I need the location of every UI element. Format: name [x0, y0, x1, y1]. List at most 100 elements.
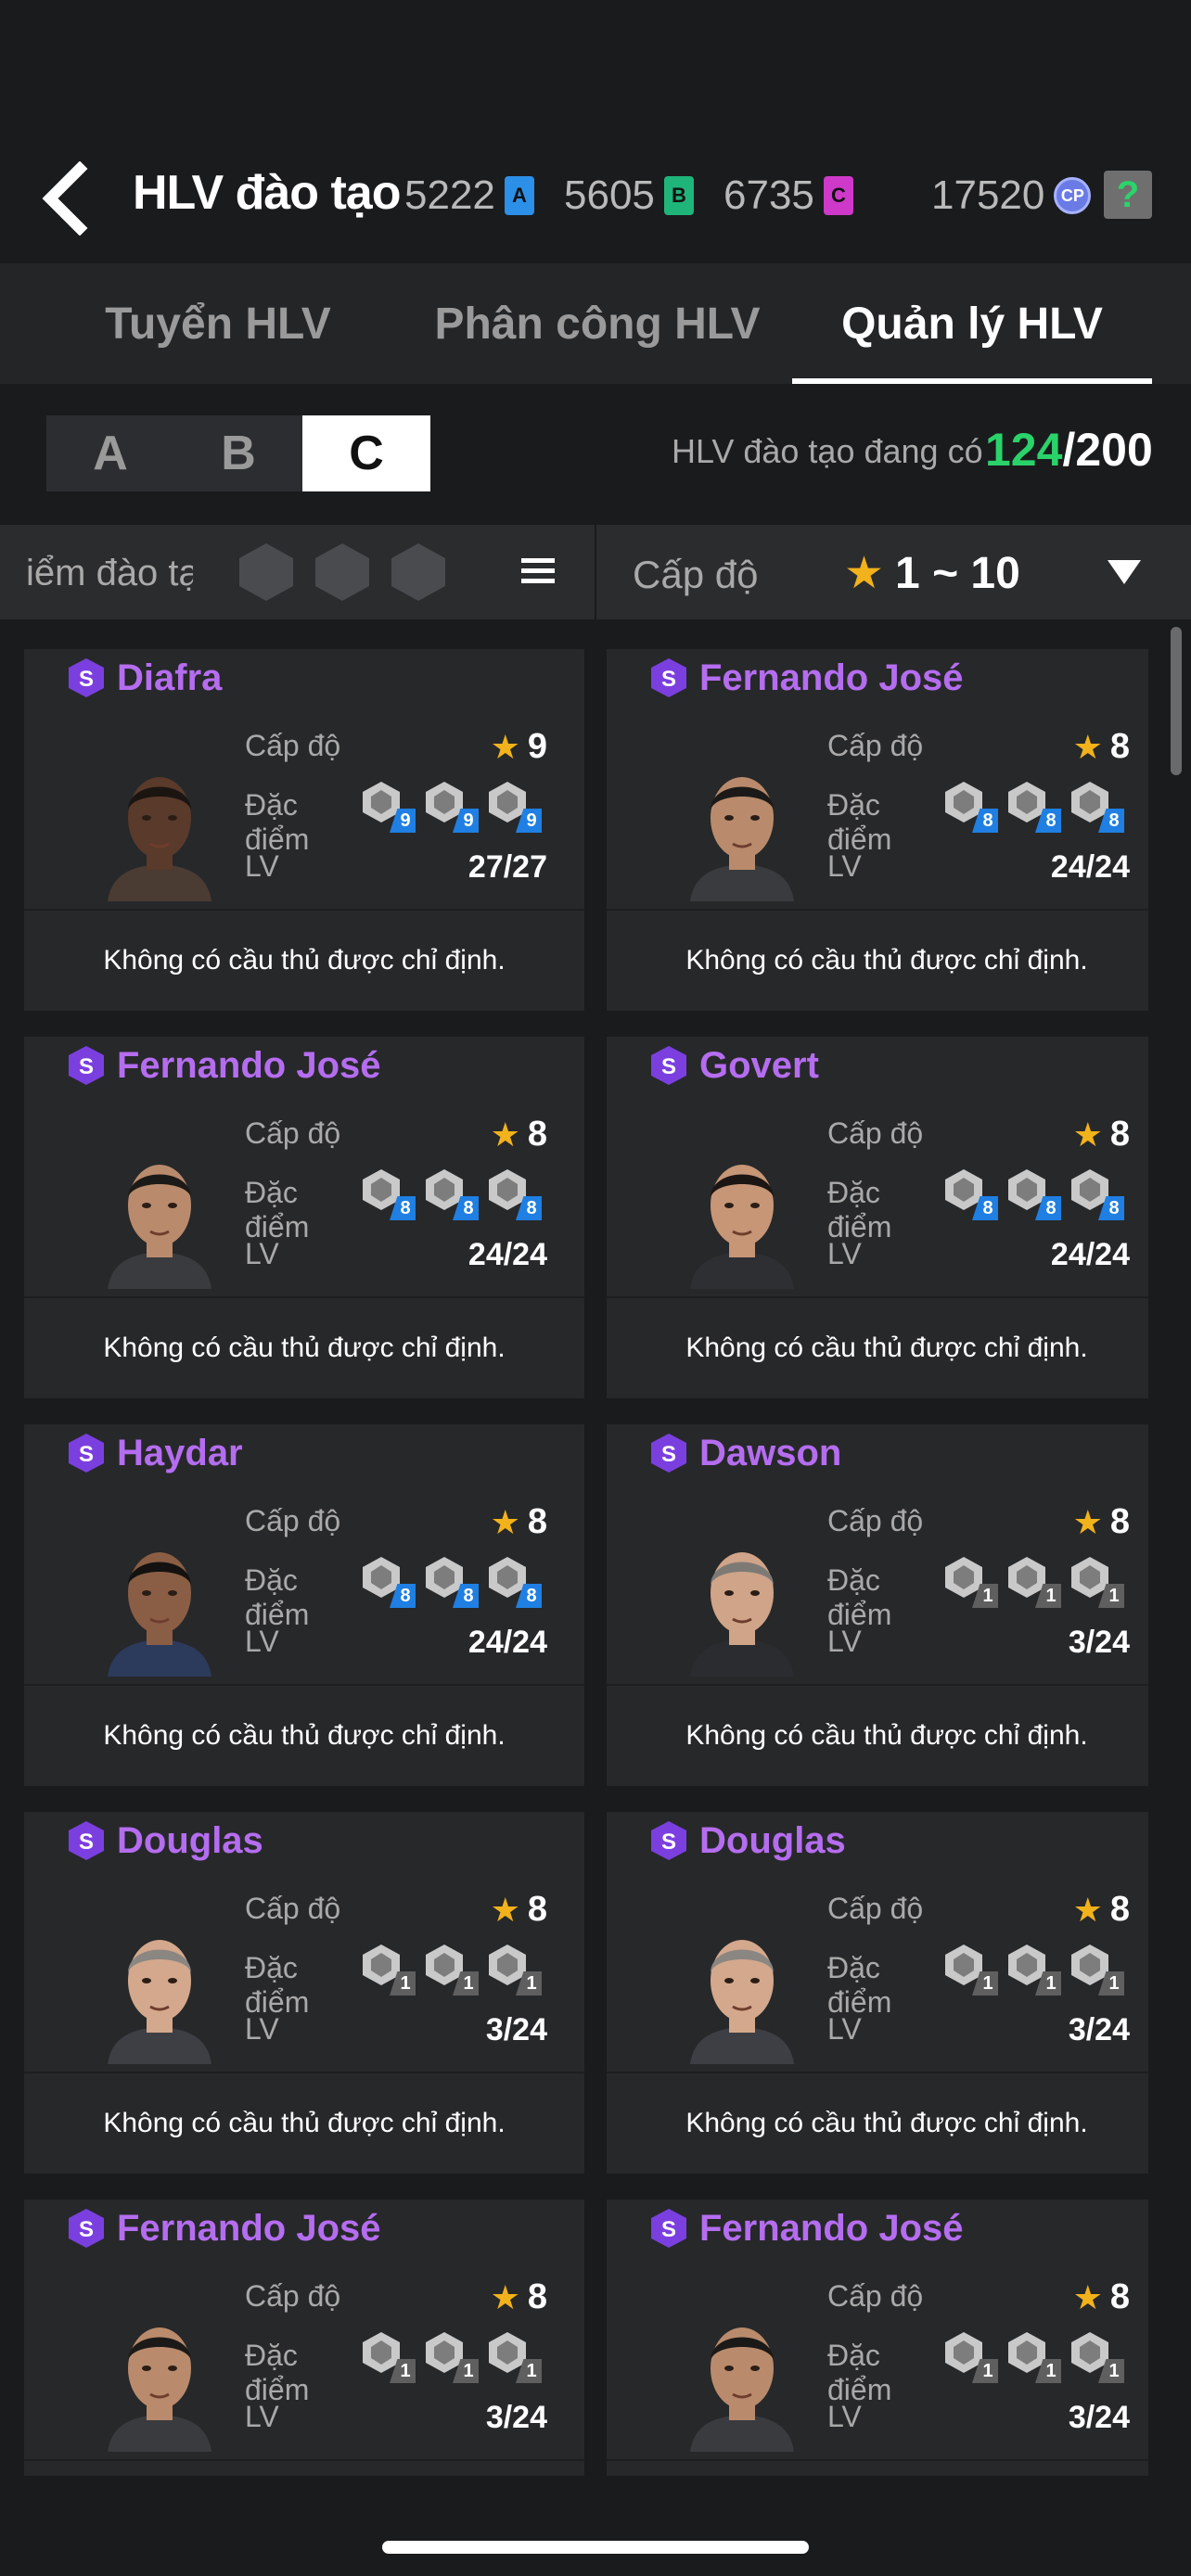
trait-label: Đặc điểm	[245, 788, 310, 856]
lv-label: LV	[245, 1237, 279, 1270]
coach-card[interactable]: S Diafra Cấp độ ★ 9 Đặc điểm 9 9 9 LV 27…	[24, 649, 584, 1011]
trait-icon: 8	[1067, 779, 1124, 833]
s-rank-badge-icon: S	[69, 2209, 104, 2248]
s-rank-badge-icon: S	[69, 1821, 104, 1860]
coach-card[interactable]: S Fernando José Cấp độ ★ 8 Đặc điểm	[607, 649, 1148, 1011]
trait-icon: 8	[1004, 779, 1061, 833]
coach-name: S Govert	[647, 1044, 819, 1087]
trait-list: 8 8 8	[941, 1167, 1124, 1220]
ticket-c-icon: C	[823, 176, 853, 215]
s-rank-letter: S	[661, 1442, 676, 1467]
coach-card[interactable]: S Douglas Cấp độ ★ 8 Đặc điểm 1 1 1 LV 3…	[607, 1812, 1148, 2174]
group-a-button[interactable]: A	[46, 415, 174, 491]
trait-icon: 8	[421, 1167, 479, 1220]
s-rank-letter: S	[661, 1830, 676, 1855]
tab-bar: Tuyển HLV Phân công HLV Quản lý HLV	[0, 263, 1191, 384]
trait-label: Đặc điểm	[245, 2339, 310, 2406]
top-header: HLV đào tạo 5222 A 5605 B 6735 C 17520 C…	[0, 0, 1191, 263]
s-rank-badge-icon: S	[69, 658, 104, 697]
currency-cp: 17520 CP	[931, 172, 1092, 219]
coach-card[interactable]: S Dawson Cấp độ ★ 8 Đặc điểm 1 1 1 LV 3/…	[607, 1424, 1148, 1786]
coach-level-value: 8	[1109, 1890, 1130, 1929]
star-icon: ★	[490, 1890, 520, 1929]
star-icon: ★	[490, 1502, 520, 1541]
coach-name: S Fernando José	[65, 2207, 381, 2250]
coach-name: S Douglas	[65, 1819, 263, 1862]
coach-count-current: 124	[985, 424, 1063, 476]
lv-label: LV	[827, 2012, 862, 2046]
assigned-player-status: Không có cầu thủ được chỉ định.	[685, 1333, 1088, 1363]
level-label: Cấp độ	[827, 1892, 924, 1925]
trait-icon: 1	[1004, 1554, 1061, 1608]
coach-card[interactable]: S Douglas Cấp độ ★ 8 Đặc điểm 1 1 1 LV 3…	[24, 1812, 584, 2174]
level-label: Cấp độ	[827, 1116, 924, 1150]
coach-portrait	[108, 2327, 211, 2452]
currency-b: 5605 B	[564, 172, 694, 219]
assigned-player-status: Không có cầu thủ được chỉ định.	[685, 1720, 1088, 1751]
level-range-value: 1 ~ 10	[895, 548, 1020, 598]
currency-c: 6735 C	[724, 172, 853, 219]
coach-level: ★ 8	[1073, 1115, 1130, 1154]
hexagon-slot-icon[interactable]	[312, 542, 373, 603]
hexagon-slot-icon[interactable]	[236, 542, 297, 603]
coach-lv-value: 24/24	[1050, 1237, 1130, 1272]
group-c-button[interactable]: C	[302, 415, 430, 491]
filter-bar: iểm đào tạo Cấp độ ★ 1 ~ 10	[0, 525, 1191, 619]
coach-card[interactable]: S Govert Cấp độ ★ 8 Đặc điểm 8 8 8 LV 24…	[607, 1037, 1148, 1398]
coach-level: ★ 8	[491, 1890, 547, 1930]
home-indicator[interactable]	[382, 2541, 809, 2554]
training-points-filter[interactable]: iểm đào tạo	[0, 525, 594, 619]
coach-count: 124/200	[985, 423, 1153, 477]
help-button[interactable]: ?	[1104, 171, 1152, 219]
group-b-button[interactable]: B	[174, 415, 302, 491]
ticket-a-icon: A	[504, 176, 534, 215]
coach-name-text: Govert	[699, 1044, 819, 1086]
filter-divider	[595, 525, 596, 619]
trait-icon: 1	[421, 2329, 479, 2383]
coach-level-value: 8	[1109, 727, 1130, 766]
coach-card[interactable]: S Fernando José Cấp độ ★ 8 Đặc điểm	[607, 2200, 1148, 2476]
trait-label: Đặc điểm	[245, 1176, 310, 1243]
trait-list: 1 1 1	[358, 1942, 542, 1996]
trait-icon: 8	[484, 1554, 542, 1608]
back-arrow-icon[interactable]	[37, 161, 93, 236]
trait-list: 1 1 1	[941, 1554, 1124, 1608]
tab-recruit-coach[interactable]: Tuyển HLV	[0, 263, 436, 384]
coach-count-total: /200	[1062, 424, 1153, 476]
s-rank-badge-icon: S	[69, 1046, 104, 1085]
tab-assign-coach[interactable]: Phân công HLV	[419, 263, 775, 384]
scrollbar[interactable]	[1171, 627, 1182, 775]
coach-portrait	[108, 1552, 211, 1677]
trait-label: Đặc điểm	[827, 1563, 892, 1631]
coach-name: S Douglas	[647, 1819, 846, 1862]
hexagon-slot-icon[interactable]	[388, 542, 449, 603]
lv-label: LV	[827, 849, 862, 883]
coach-portrait	[690, 1165, 794, 1289]
star-icon: ★	[490, 2277, 520, 2316]
coach-card[interactable]: S Fernando José Cấp độ ★ 8 Đặc điểm	[24, 2200, 584, 2476]
currency-a: 5222 A	[404, 172, 534, 219]
s-rank-badge-icon: S	[651, 2209, 686, 2248]
s-rank-letter: S	[661, 2217, 676, 2242]
trait-icon: 8	[358, 1554, 416, 1608]
s-rank-letter: S	[79, 1830, 94, 1855]
level-filter-range[interactable]: ★ 1 ~ 10	[844, 547, 1020, 599]
s-rank-badge-icon: S	[651, 1046, 686, 1085]
coach-name-text: Douglas	[699, 1819, 846, 1861]
coach-lv-value: 3/24	[485, 2400, 547, 2435]
menu-icon[interactable]	[519, 553, 557, 590]
coach-level: ★ 8	[1073, 1502, 1130, 1542]
coach-card[interactable]: S Haydar Cấp độ ★ 8 Đặc điểm 8 8 8 LV 24…	[24, 1424, 584, 1786]
dropdown-triangle-icon[interactable]	[1106, 558, 1143, 586]
coach-name: S Dawson	[647, 1432, 841, 1474]
s-rank-letter: S	[79, 2217, 94, 2242]
trait-list: 1 1 1	[941, 2329, 1124, 2383]
level-filter-label: Cấp độ	[633, 553, 759, 596]
trait-icon: 1	[1004, 2329, 1061, 2383]
coach-name-text: Diafra	[117, 657, 223, 698]
star-icon: ★	[1072, 1502, 1103, 1541]
lv-label: LV	[245, 1625, 279, 1658]
level-label: Cấp độ	[827, 729, 924, 762]
tab-manage-coach[interactable]: Quản lý HLV	[792, 263, 1152, 384]
coach-card[interactable]: S Fernando José Cấp độ ★ 8 Đặc điểm	[24, 1037, 584, 1398]
